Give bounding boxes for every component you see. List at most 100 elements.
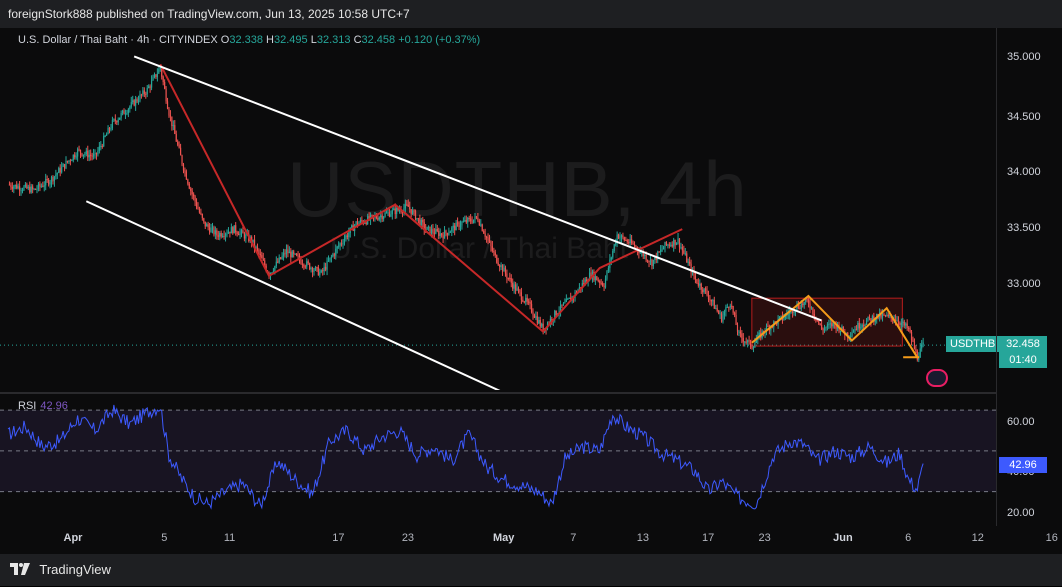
- time-tick: Jun: [833, 532, 853, 544]
- rsi-chart-svg[interactable]: [0, 396, 996, 526]
- candle-body: [742, 337, 744, 342]
- candle-body: [528, 301, 530, 303]
- candle-body: [716, 308, 718, 312]
- candle-body: [702, 289, 704, 293]
- candle-body: [899, 323, 901, 325]
- candle-body: [262, 258, 264, 261]
- candle-body: [662, 247, 665, 250]
- candle-body: [261, 255, 263, 259]
- candle-body: [813, 314, 815, 317]
- candle-body: [351, 225, 353, 228]
- candle-body: [535, 316, 537, 318]
- candle-body: [166, 101, 169, 109]
- candle-body: [20, 190, 22, 192]
- candle-body: [671, 244, 673, 247]
- candle-body: [416, 217, 418, 220]
- candle-body: [887, 314, 889, 316]
- rsi-pane[interactable]: RSI 42.96: [0, 396, 996, 526]
- candle-body: [661, 249, 663, 251]
- candle-body: [204, 221, 206, 227]
- candle-body: [68, 160, 70, 162]
- candle-body: [726, 306, 728, 308]
- candle-body: [165, 88, 167, 102]
- price-tick: 35.000: [1007, 51, 1041, 63]
- candle-body: [881, 314, 884, 318]
- candle-body: [116, 121, 118, 123]
- candle-body: [687, 261, 689, 263]
- pane-divider[interactable]: [0, 392, 996, 394]
- candle-body: [175, 133, 177, 142]
- candle-body: [483, 230, 485, 234]
- candle-body: [475, 216, 478, 218]
- price-pane[interactable]: USDTHB, 4h U.S. Dollar / Thai Baht U.S. …: [0, 28, 1000, 390]
- candle-body: [462, 221, 464, 223]
- candle-body: [101, 145, 103, 147]
- candle-body: [758, 332, 760, 336]
- candle-body: [81, 153, 83, 156]
- candle-body: [111, 120, 114, 129]
- candle-body: [725, 307, 727, 312]
- candle-body: [143, 90, 145, 94]
- candle-body: [182, 164, 185, 171]
- candle-body: [736, 324, 739, 332]
- candle-body: [517, 288, 520, 290]
- candle-body: [613, 244, 615, 251]
- candle-body: [243, 233, 245, 239]
- candle-body: [153, 74, 156, 78]
- candle-body: [124, 113, 127, 115]
- candle-body: [620, 235, 623, 238]
- time-axis[interactable]: Apr 5 11 17 23 May 7 13 17 23 Jun 6 12 16: [0, 526, 1058, 554]
- candle-body: [826, 324, 829, 328]
- candle-body: [258, 249, 260, 254]
- candle-body: [493, 250, 495, 253]
- candle-body: [749, 340, 752, 347]
- candle-body: [88, 154, 90, 158]
- candle-body: [678, 238, 681, 248]
- candle-body: [32, 186, 34, 189]
- us-flag-icon[interactable]: [926, 369, 948, 387]
- candle-body: [909, 328, 911, 333]
- candle-body: [625, 240, 627, 242]
- candle-body: [567, 298, 569, 300]
- candle-body: [338, 245, 340, 247]
- legend-change: +0.120 (+0.37%): [398, 34, 481, 46]
- candle-body: [883, 314, 885, 316]
- candle-body: [359, 220, 362, 223]
- candle-body: [310, 267, 312, 270]
- candle-body: [365, 222, 367, 224]
- candle-body: [219, 233, 221, 237]
- candle-body: [383, 216, 385, 219]
- price-axis[interactable]: 35.000 34.500 34.000 33.500 33.000 60.00…: [996, 28, 1062, 526]
- candle-body: [629, 239, 631, 244]
- candle-body: [677, 238, 679, 243]
- candle-body: [780, 315, 782, 317]
- candle-body: [216, 230, 218, 236]
- candle-body: [378, 217, 380, 220]
- zigzag-pattern-red: [159, 63, 683, 333]
- candle-body: [27, 186, 29, 189]
- candle-body: [451, 227, 453, 232]
- candle-body: [596, 276, 598, 281]
- candle-body: [77, 149, 79, 157]
- candle-body: [114, 119, 116, 122]
- candle-body: [667, 244, 669, 246]
- chart-frame[interactable]: USDTHB, 4h U.S. Dollar / Thai Baht U.S. …: [0, 28, 1062, 554]
- candle-body: [320, 270, 322, 273]
- candle-body: [465, 219, 467, 223]
- tradingview-footer[interactable]: TradingView: [0, 554, 1062, 586]
- rsi-legend: RSI 42.96: [18, 400, 68, 412]
- candle-body: [123, 110, 125, 115]
- candle-body: [478, 220, 480, 226]
- candle-body: [664, 241, 666, 248]
- candle-body: [113, 119, 115, 121]
- candle-body: [236, 232, 238, 234]
- candle-body: [288, 251, 290, 254]
- candle-body: [494, 252, 496, 256]
- candle-body: [233, 225, 235, 234]
- candle-body: [533, 315, 536, 318]
- candle-body: [184, 170, 186, 172]
- price-chart-svg[interactable]: [0, 28, 996, 390]
- candle-body: [65, 160, 67, 169]
- candle-body: [39, 183, 41, 187]
- candle-body: [90, 154, 92, 156]
